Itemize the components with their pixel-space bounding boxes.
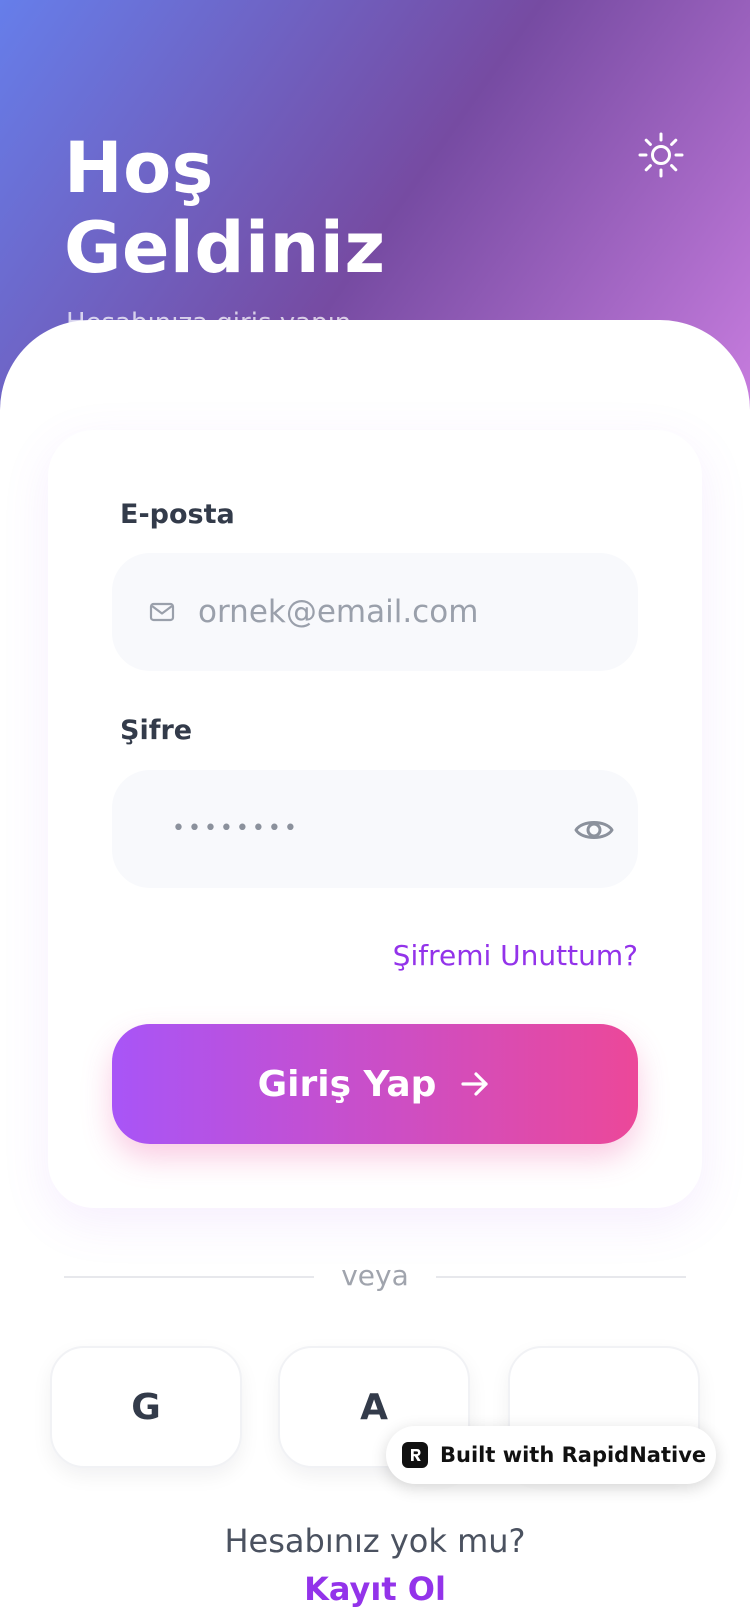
signup-link[interactable]: Kayıt Ol — [0, 1568, 750, 1610]
page-title: Hoş Geldiniz — [64, 128, 544, 288]
eye-icon[interactable] — [572, 808, 616, 852]
login-button[interactable]: Giriş Yap — [112, 1024, 638, 1144]
badge-label: Built with RapidNative — [440, 1443, 707, 1467]
rapidnative-logo-icon — [402, 1442, 428, 1468]
password-label: Şifre — [120, 715, 193, 746]
divider-line-right — [436, 1276, 686, 1278]
mail-icon — [149, 602, 175, 622]
social-button-label: G — [131, 1386, 161, 1428]
divider-line-left — [64, 1276, 314, 1278]
login-screen: Hoş Geldiniz Hesabınıza giriş yapın — [0, 0, 750, 1624]
page-title-line-1: Hoş — [64, 127, 214, 209]
social-button-google[interactable]: G — [50, 1346, 242, 1468]
sun-icon — [638, 132, 684, 178]
arrow-right-icon — [461, 1072, 488, 1096]
social-button-label: A — [360, 1386, 388, 1428]
theme-toggle-button[interactable] — [632, 126, 690, 184]
built-with-badge[interactable]: Built with RapidNative — [386, 1426, 716, 1484]
email-label: E-posta — [120, 499, 235, 530]
email-field[interactable] — [112, 553, 638, 671]
login-button-label: Giriş Yap — [257, 1063, 437, 1105]
signup-prompt: Hesabınız yok mu? — [224, 1522, 526, 1560]
forgot-password-link[interactable]: Şifremi Unuttum? — [393, 936, 638, 976]
email-input[interactable] — [198, 553, 598, 671]
page-title-line-2: Geldiniz — [64, 207, 386, 289]
password-input[interactable]: •••••••• — [172, 770, 300, 888]
password-field[interactable]: •••••••• — [112, 770, 638, 888]
divider-label: veya — [341, 1259, 409, 1292]
